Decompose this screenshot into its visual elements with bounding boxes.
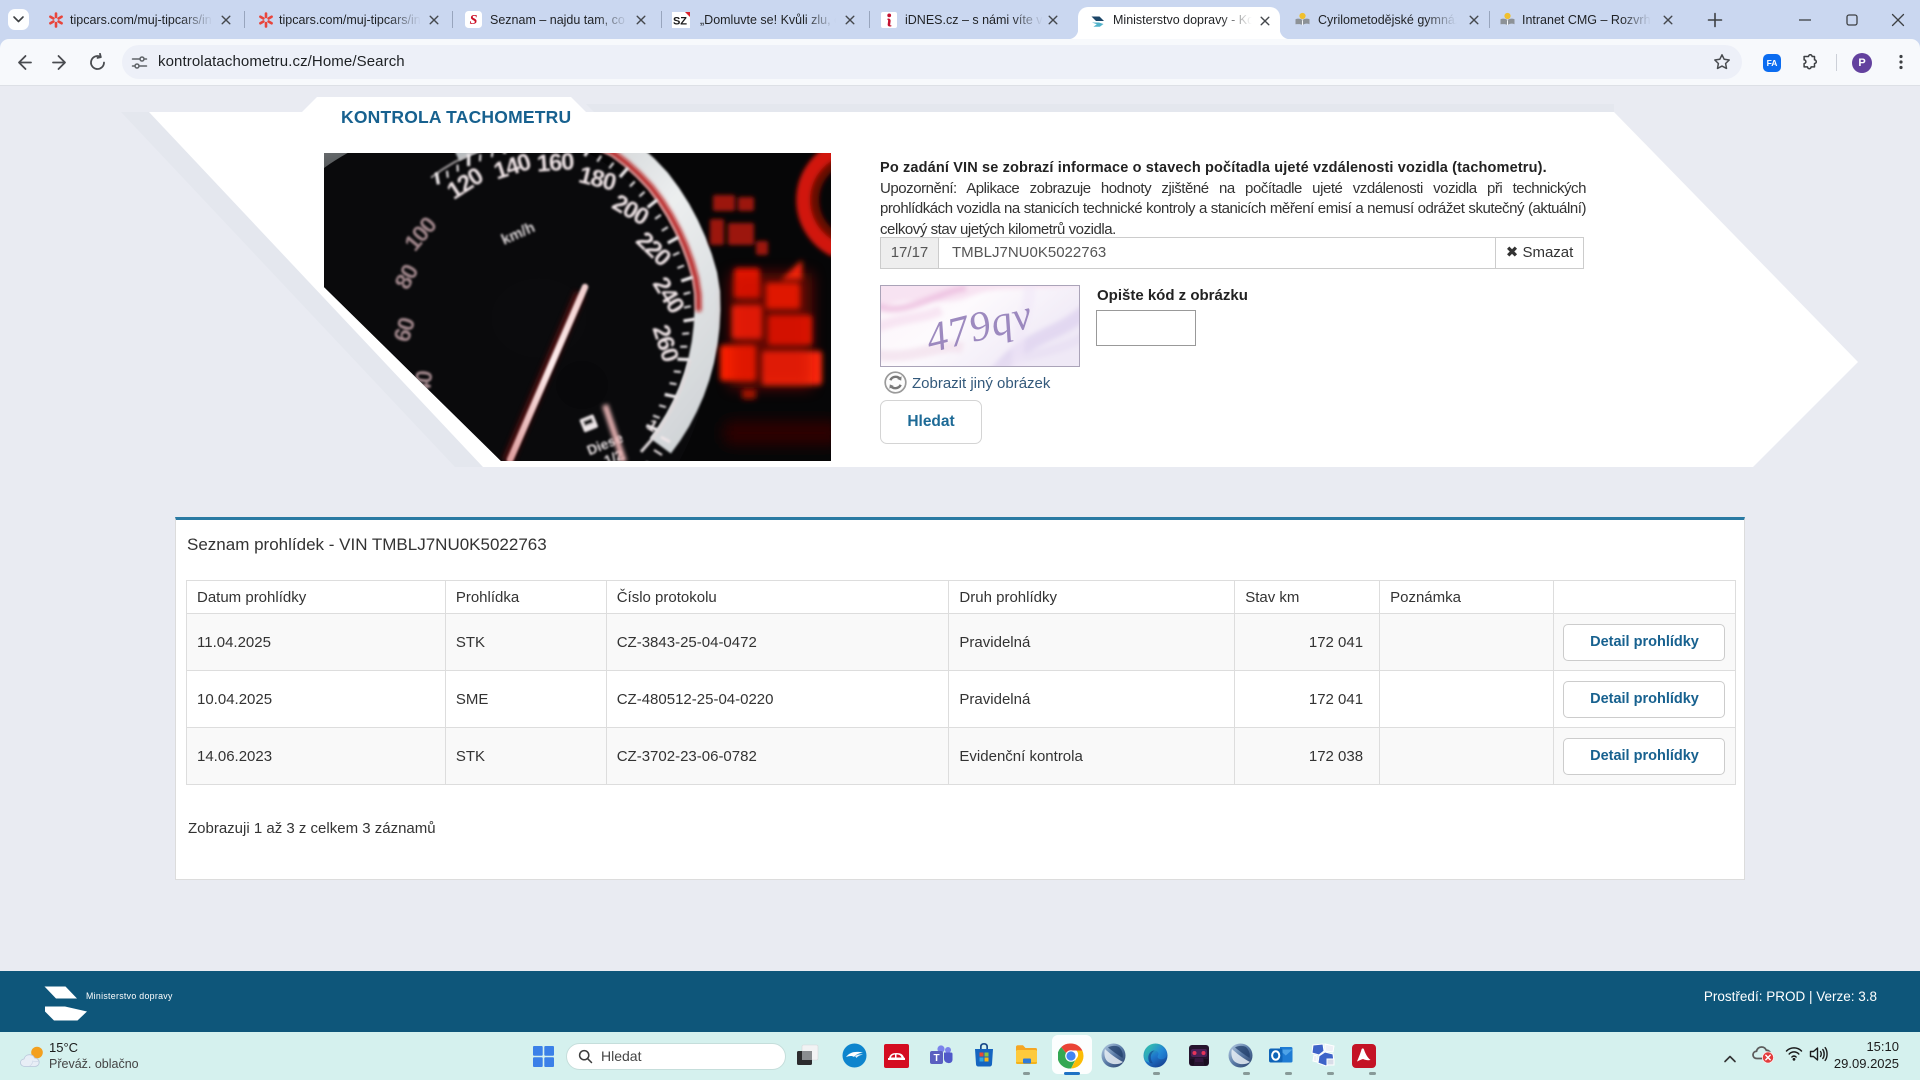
svg-text:SZ: SZ xyxy=(673,16,687,28)
svg-text:S: S xyxy=(470,13,478,28)
svg-text:160: 160 xyxy=(536,153,575,178)
svg-text:T: T xyxy=(933,1053,939,1064)
